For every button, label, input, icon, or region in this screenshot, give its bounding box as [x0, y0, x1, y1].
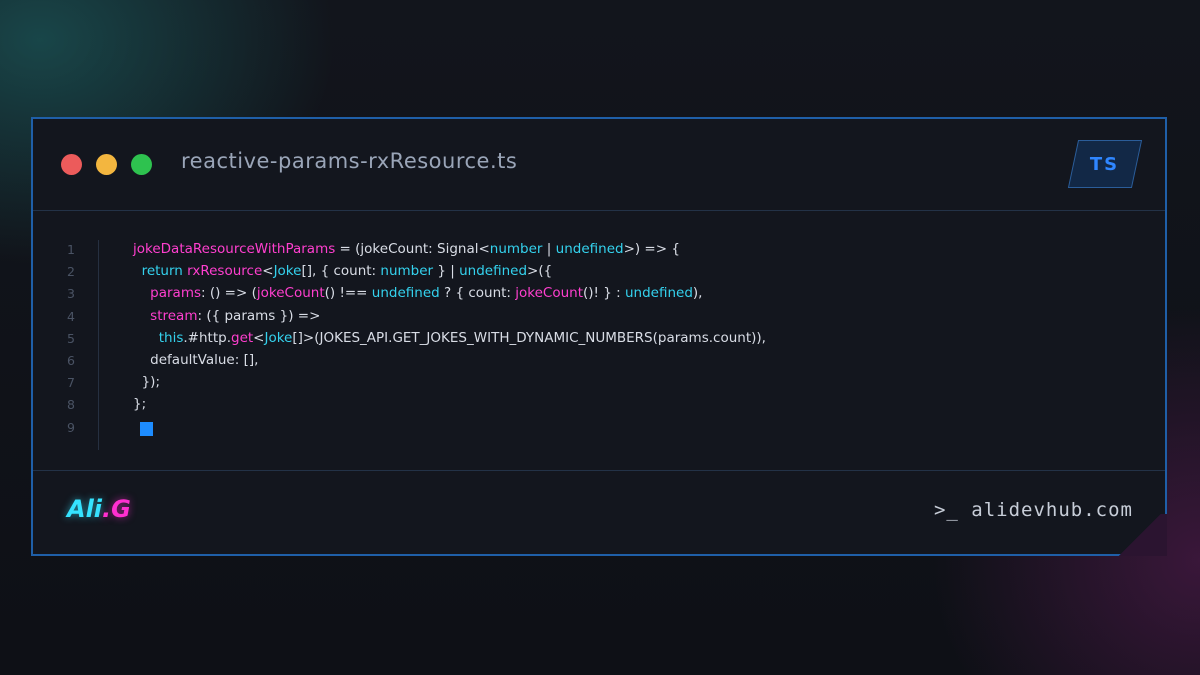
- code-token: params: [133, 285, 202, 302]
- code-token: jokeCount: [515, 285, 584, 302]
- code-token: number: [489, 241, 543, 257]
- line-number: 5: [67, 330, 75, 346]
- code-token: jokeCount: [256, 285, 325, 302]
- code-token: undefined: [459, 263, 528, 280]
- close-dot-icon[interactable]: [61, 154, 82, 175]
- line-number: 3: [67, 286, 75, 302]
- line-source: jokeDataResourceWithParams = (jokeCount:…: [133, 241, 680, 257]
- code-token: this: [133, 329, 184, 346]
- code-token: : () => (: [201, 285, 257, 302]
- code-line: 3 params: () => (jokeCount() !== undefin…: [33, 284, 1163, 306]
- code-token: stream: [133, 307, 198, 324]
- code-token: undefined: [555, 241, 624, 257]
- code-line: 9: [33, 418, 1163, 440]
- code-line: 7 });: [33, 373, 1163, 395]
- title-bar: reactive-params-rxResource.ts TS: [33, 119, 1165, 211]
- code-editor[interactable]: 1 jokeDataResourceWithParams = (jokeCount…: [33, 211, 1165, 473]
- line-source: params: () => (jokeCount() !== undefined…: [133, 285, 702, 301]
- code-token: []>(JOKES_API.GET_JOKES_WITH_DYNAMIC_NUM…: [292, 329, 766, 346]
- line-source: defaultValue: [],: [133, 352, 258, 368]
- line-source: return rxResource<Joke[], { count: numbe…: [133, 263, 553, 280]
- maximize-dot-icon[interactable]: [131, 154, 152, 175]
- website-url: >_ alidevhub.com: [933, 499, 1133, 521]
- code-token: <: [262, 263, 274, 280]
- line-source: };: [133, 396, 146, 412]
- code-token: .#http.: [183, 329, 231, 346]
- code-token: >) => {: [623, 241, 680, 257]
- code-token: undefined: [624, 285, 693, 302]
- code-line: 8};: [33, 395, 1163, 417]
- code-token: jokeDataResourceWithParams: [133, 241, 336, 257]
- line-number: 9: [67, 419, 75, 435]
- minimize-dot-icon[interactable]: [96, 154, 117, 175]
- line-number: 8: [67, 397, 75, 413]
- code-token: |: [542, 241, 556, 257]
- code-token: });: [133, 374, 160, 391]
- code-token: defaultValue: [],: [133, 352, 259, 368]
- file-name: reactive-params-rxResource.ts: [181, 149, 518, 173]
- code-token: () !==: [324, 285, 372, 302]
- code-line: 1 jokeDataResourceWithParams = (jokeCount…: [33, 240, 1163, 262]
- code-token: ()! } :: [583, 285, 625, 302]
- line-number: 7: [67, 375, 75, 391]
- line-source: stream: ({ params }) =>: [133, 308, 320, 324]
- code-token: Joke: [264, 329, 293, 346]
- text-cursor: [140, 421, 153, 436]
- footer: Ali.G >_ alidevhub.com: [33, 470, 1167, 556]
- code-token: } |: [433, 263, 460, 280]
- code-token: undefined: [371, 285, 440, 302]
- line-number: 4: [67, 308, 75, 324]
- code-token: ),: [692, 285, 703, 302]
- brand-logo: Ali.G: [67, 495, 131, 523]
- line-number: 6: [67, 353, 75, 368]
- logo-part-1: Ali: [67, 495, 103, 523]
- logo-part-2: .G: [102, 495, 131, 523]
- code-line: 2 return rxResource<Joke[], { count: num…: [33, 262, 1163, 284]
- line-source: this.#http.get<Joke[]>(JOKES_API.GET_JOK…: [133, 330, 766, 346]
- code-token: rxResource: [187, 263, 263, 280]
- code-token: number: [380, 263, 434, 280]
- code-line: 6 defaultValue: [],: [33, 351, 1163, 373]
- language-badge: TS: [1067, 140, 1143, 188]
- code-line: 4 stream: ({ params }) =>: [33, 307, 1163, 329]
- code-token: ? { count:: [439, 285, 516, 302]
- code-token: Joke: [273, 263, 302, 280]
- code-line: 5 this.#http.get<Joke[]>(JOKES_API.GET_J…: [33, 329, 1163, 351]
- code-token: >({: [527, 263, 553, 280]
- code-token: = (jokeCount: Signal<: [335, 241, 490, 257]
- code-window: reactive-params-rxResource.ts TS 1 jokeDa…: [31, 117, 1167, 556]
- code-token: return: [133, 263, 188, 280]
- corner-accent: [1113, 514, 1167, 556]
- line-number: 2: [67, 264, 75, 280]
- line-source: });: [133, 374, 160, 390]
- code-token: get: [231, 329, 254, 346]
- code-token: [], { count:: [301, 263, 381, 280]
- code-token: : ({ params }) =>: [197, 307, 321, 324]
- line-number: 1: [67, 242, 75, 257]
- language-badge-label: TS: [1090, 153, 1120, 175]
- code-token: };: [133, 396, 147, 413]
- code-token: <: [253, 329, 265, 346]
